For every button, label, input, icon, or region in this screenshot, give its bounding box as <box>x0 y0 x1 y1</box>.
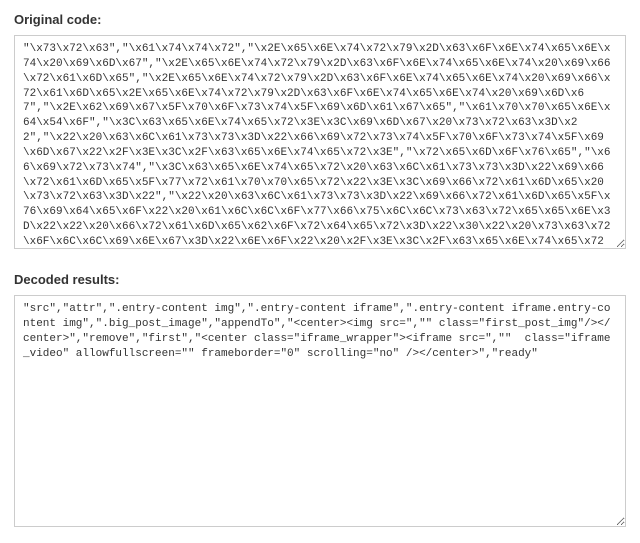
original-section: Original code: <box>14 12 626 272</box>
original-code-textarea[interactable] <box>14 35 626 249</box>
decoded-label: Decoded results: <box>14 272 626 287</box>
decoded-section: Decoded results: <box>14 272 626 532</box>
decoded-code-textarea[interactable] <box>14 295 626 527</box>
original-label: Original code: <box>14 12 626 27</box>
